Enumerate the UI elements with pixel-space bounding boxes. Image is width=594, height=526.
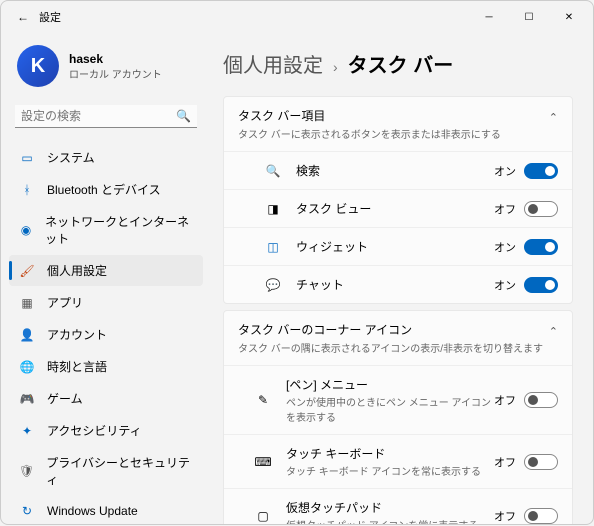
pen-icon: ✎ bbox=[254, 393, 272, 407]
toggle-virtual-touchpad[interactable] bbox=[524, 508, 558, 524]
nav-label: アカウント bbox=[47, 326, 107, 343]
user-name: hasek bbox=[69, 52, 162, 66]
chevron-up-icon: ⌃ bbox=[549, 107, 558, 124]
system-icon: ▭ bbox=[19, 150, 35, 166]
toggle-search[interactable] bbox=[524, 163, 558, 179]
taskview-icon: ◨ bbox=[264, 202, 282, 216]
nav-update[interactable]: ↻ Windows Update bbox=[9, 496, 203, 526]
breadcrumb-parent[interactable]: 個人用設定 bbox=[223, 49, 323, 78]
user-sub: ローカル アカウント bbox=[69, 66, 162, 81]
section-title: タスク バー項目 bbox=[238, 107, 501, 124]
nav-label: Windows Update bbox=[47, 504, 138, 518]
nav-label: 時刻と言語 bbox=[47, 358, 107, 375]
row-label: チャット bbox=[296, 276, 494, 293]
section-taskbar-items[interactable]: タスク バー項目 タスク バーに表示されるボタンを表示または非表示にする ⌃ bbox=[224, 97, 572, 151]
nav-label: システム bbox=[47, 149, 95, 166]
avatar: K bbox=[17, 45, 59, 87]
nav-label: Bluetooth とデバイス bbox=[47, 181, 161, 198]
nav-privacy[interactable]: 🛡 プライバシーとセキュリティ bbox=[9, 447, 203, 495]
toggle-chat[interactable] bbox=[524, 277, 558, 293]
state-label: オフ bbox=[494, 454, 516, 470]
clock-icon: 🌐 bbox=[19, 359, 35, 375]
nav-apps[interactable]: ▦ アプリ bbox=[9, 287, 203, 318]
search-box[interactable]: 🔍 bbox=[15, 105, 197, 128]
nav-label: ネットワークとインターネット bbox=[45, 213, 193, 247]
nav-label: アプリ bbox=[47, 294, 83, 311]
state-label: オフ bbox=[494, 392, 516, 408]
widgets-icon: ◫ bbox=[264, 240, 282, 254]
account-icon: 👤 bbox=[19, 327, 35, 343]
chat-icon: 💬 bbox=[264, 278, 282, 292]
page-title: タスク バー bbox=[348, 49, 454, 78]
shield-icon: 🛡 bbox=[19, 463, 34, 479]
apps-icon: ▦ bbox=[19, 295, 35, 311]
close-button[interactable]: ✕ bbox=[549, 3, 589, 31]
touchpad-icon: ▢ bbox=[254, 509, 272, 523]
chevron-up-icon: ⌃ bbox=[549, 321, 558, 338]
maximize-button[interactable]: ☐ bbox=[509, 3, 549, 31]
toggle-widgets[interactable] bbox=[524, 239, 558, 255]
search-icon: 🔍 bbox=[264, 164, 282, 178]
row-sub: ペンが使用中のときにペン メニュー アイコンを表示する bbox=[286, 394, 494, 424]
row-label: 検索 bbox=[296, 162, 494, 179]
toggle-touch-keyboard[interactable] bbox=[524, 454, 558, 470]
nav-account[interactable]: 👤 アカウント bbox=[9, 319, 203, 350]
update-icon: ↻ bbox=[19, 503, 35, 519]
wifi-icon: ◉ bbox=[19, 222, 33, 238]
section-corner-icons[interactable]: タスク バーのコーナー アイコン タスク バーの隅に表示されるアイコンの表示/非… bbox=[224, 311, 572, 365]
accessibility-icon: ✦ bbox=[19, 423, 35, 439]
bluetooth-icon: ᚼ bbox=[19, 182, 35, 198]
row-label: タッチ キーボード bbox=[286, 445, 494, 462]
chevron-right-icon: › bbox=[333, 59, 338, 75]
section-subtitle: タスク バーに表示されるボタンを表示または非表示にする bbox=[238, 126, 501, 141]
nav-bluetooth[interactable]: ᚼ Bluetooth とデバイス bbox=[9, 174, 203, 205]
state-label: オン bbox=[494, 163, 516, 179]
nav-time[interactable]: 🌐 時刻と言語 bbox=[9, 351, 203, 382]
nav-accessibility[interactable]: ✦ アクセシビリティ bbox=[9, 415, 203, 446]
nav-label: ゲーム bbox=[47, 390, 83, 407]
nav-personalization[interactable]: 🖌 個人用設定 bbox=[9, 255, 203, 286]
window-title: 設定 bbox=[39, 9, 61, 25]
account-block[interactable]: K hasek ローカル アカウント bbox=[9, 33, 203, 105]
nav-label: プライバシーとセキュリティ bbox=[46, 454, 193, 488]
nav-network[interactable]: ◉ ネットワークとインターネット bbox=[9, 206, 203, 254]
row-label: 仮想タッチパッド bbox=[286, 499, 494, 516]
state-label: オフ bbox=[494, 201, 516, 217]
nav-label: 個人用設定 bbox=[47, 262, 107, 279]
row-label: ウィジェット bbox=[296, 238, 494, 255]
nav-system[interactable]: ▭ システム bbox=[9, 142, 203, 173]
back-button[interactable]: ← bbox=[17, 10, 29, 24]
breadcrumb: 個人用設定 › タスク バー bbox=[223, 49, 573, 78]
nav-gaming[interactable]: 🎮 ゲーム bbox=[9, 383, 203, 414]
section-title: タスク バーのコーナー アイコン bbox=[238, 321, 543, 338]
state-label: オン bbox=[494, 239, 516, 255]
row-sub: タッチ キーボード アイコンを常に表示する bbox=[286, 463, 494, 478]
search-icon: 🔍 bbox=[176, 109, 191, 123]
search-input[interactable] bbox=[21, 109, 176, 123]
keyboard-icon: ⌨ bbox=[254, 455, 272, 469]
section-subtitle: タスク バーの隅に表示されるアイコンの表示/非表示を切り替えます bbox=[238, 340, 543, 355]
toggle-pen[interactable] bbox=[524, 392, 558, 408]
toggle-taskview[interactable] bbox=[524, 201, 558, 217]
brush-icon: 🖌 bbox=[19, 263, 35, 279]
nav-label: アクセシビリティ bbox=[47, 422, 142, 439]
row-label: タスク ビュー bbox=[296, 200, 494, 217]
state-label: オン bbox=[494, 277, 516, 293]
minimize-button[interactable]: ─ bbox=[469, 3, 509, 31]
game-icon: 🎮 bbox=[19, 391, 35, 407]
row-sub: 仮想タッチパッド アイコンを常に表示する bbox=[286, 517, 494, 524]
state-label: オフ bbox=[494, 508, 516, 524]
row-label: [ペン] メニュー bbox=[286, 376, 494, 393]
